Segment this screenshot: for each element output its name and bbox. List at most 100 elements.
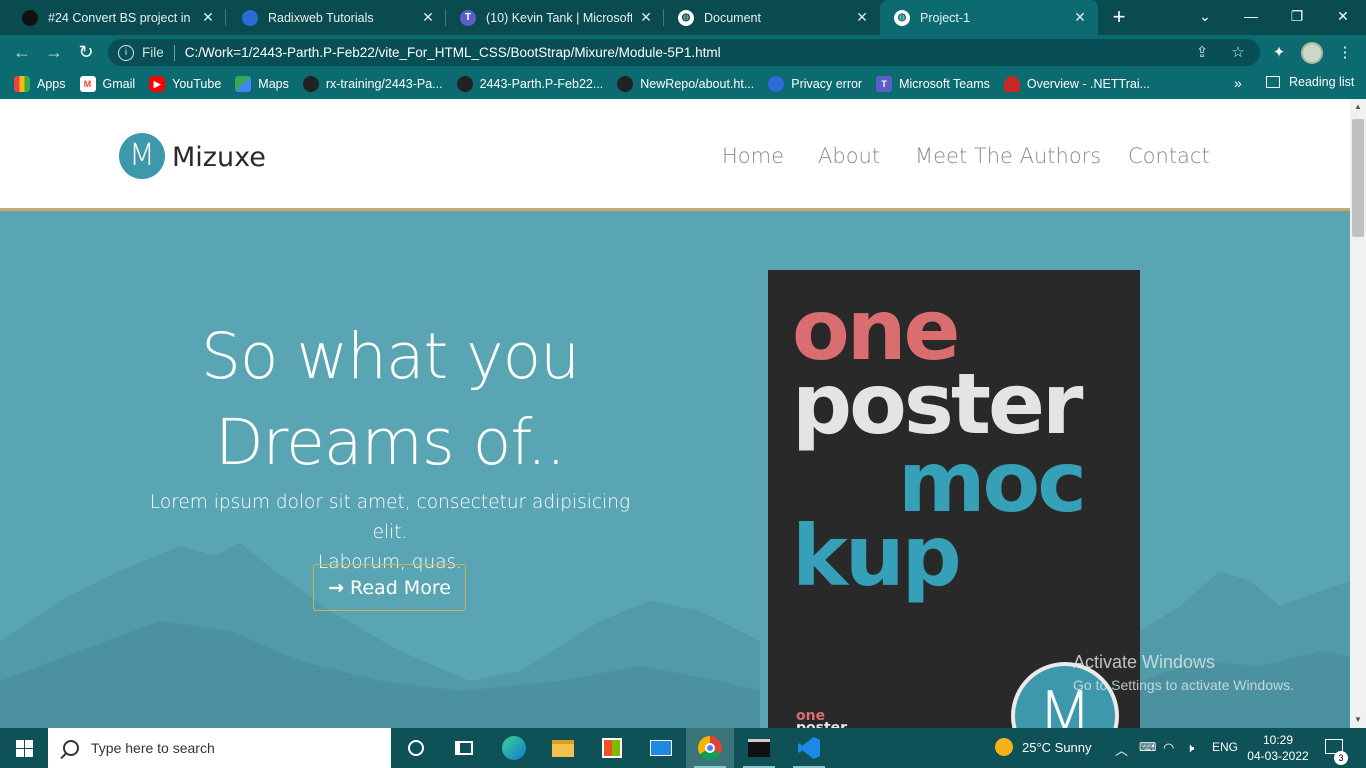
taskbar-search-box[interactable]: Type here to search — [48, 728, 391, 768]
bookmark-label: Apps — [37, 77, 66, 91]
bookmark-youtube[interactable]: ▶ YouTube — [149, 76, 221, 92]
clock-date: 04-03-2022 — [1247, 749, 1309, 763]
wifi-icon[interactable]: ◠ — [1163, 740, 1174, 756]
microsoft-store-icon[interactable] — [588, 728, 636, 768]
info-icon[interactable]: i — [118, 44, 134, 61]
tab-search-chevron-icon[interactable]: ⌄ — [1182, 0, 1228, 32]
browser-tab[interactable]: T (10) Kevin Tank | Microsoft Teams ✕ — [446, 0, 664, 35]
new-tab-button[interactable]: + — [1108, 3, 1130, 31]
reload-icon[interactable]: ↻ — [74, 40, 98, 64]
language-indicator[interactable]: ENG — [1212, 740, 1238, 754]
bookmark-label: Privacy error — [791, 77, 863, 91]
browser-tab[interactable]: #24 Convert BS project in tailwind ✕ — [8, 0, 226, 35]
volume-muted-icon[interactable]: 🕨 — [1186, 740, 1194, 756]
bookmark-overview[interactable]: Overview - .NETTrai... — [1003, 76, 1150, 92]
bookmark-privacy-error[interactable]: Privacy error — [768, 76, 862, 92]
azure-devops-icon — [1003, 76, 1020, 92]
bookmarks-overflow-button[interactable]: » — [1234, 75, 1242, 91]
scrollbar-thumb[interactable] — [1352, 119, 1364, 237]
youtube-icon: ▶ — [149, 76, 166, 92]
activate-windows-watermark: Activate Windows — [1073, 652, 1216, 672]
notification-badge: 3 — [1334, 751, 1348, 765]
hero-title-line: So what you — [200, 320, 580, 393]
minimize-icon[interactable]: — — [1228, 0, 1274, 32]
cortana-icon[interactable] — [392, 728, 440, 768]
logo-icon[interactable]: M — [119, 133, 165, 179]
site-header: M Mizuxe Home About Meet The Authors Con… — [0, 99, 1350, 211]
bookmark-teams[interactable]: T Microsoft Teams — [876, 76, 990, 92]
bookmark-maps[interactable]: Maps — [235, 76, 289, 92]
close-tab-icon[interactable]: ✕ — [200, 9, 216, 26]
bookmark-label: NewRepo/about.ht... — [640, 77, 755, 91]
nav-contact[interactable]: Contact — [1128, 144, 1210, 168]
read-more-button[interactable]: → Read More — [313, 564, 466, 611]
hero-section: So what you Dreams of.. Lorem ipsum dolo… — [0, 211, 1350, 728]
restore-icon[interactable]: ❐ — [1274, 0, 1320, 32]
bookmark-apps[interactable]: Apps — [14, 76, 66, 92]
start-button[interactable] — [0, 728, 48, 768]
gmail-icon: M — [79, 76, 96, 92]
scroll-down-icon[interactable]: ▼ — [1350, 712, 1366, 728]
arrow-right-icon: → — [328, 576, 345, 599]
address-bar[interactable]: i File C:/Work=1/2443-Parth.P-Feb22/vite… — [108, 39, 1260, 66]
close-tab-icon[interactable]: ✕ — [420, 9, 436, 26]
maps-icon — [235, 76, 252, 92]
profile-avatar[interactable] — [1301, 42, 1323, 64]
teams-icon: T — [876, 76, 893, 92]
file-explorer-icon[interactable] — [539, 728, 587, 768]
nav-meet-the-authors[interactable]: Meet The Authors — [915, 144, 1101, 168]
radixweb-icon — [768, 76, 785, 92]
mail-icon[interactable] — [637, 728, 685, 768]
browser-tab[interactable]: Radixweb Tutorials ✕ — [228, 0, 446, 35]
page-scrollbar[interactable]: ▲ ▼ — [1350, 99, 1366, 728]
weather-sun-icon[interactable] — [995, 738, 1013, 756]
activate-windows-hint: Go to Settings to activate Windows. — [1073, 677, 1294, 693]
globe-icon: ◍ — [894, 9, 910, 26]
github-icon — [302, 76, 319, 92]
close-tab-icon[interactable]: ✕ — [638, 9, 654, 26]
scroll-up-icon[interactable]: ▲ — [1350, 99, 1366, 115]
reading-list-button[interactable]: Reading list — [1266, 75, 1354, 89]
teams-icon: T — [460, 9, 476, 26]
vscode-icon[interactable] — [785, 728, 833, 768]
back-arrow-icon[interactable]: ← — [10, 40, 34, 64]
input-method-icon[interactable]: ⌨ — [1139, 740, 1156, 754]
tab-title: Document — [704, 10, 761, 25]
windows-taskbar: Type here to search 25°C Sunny ︿ ⌨ ◠ 🕨 E… — [0, 728, 1366, 768]
bookmarks-bar: Apps M Gmail ▶ YouTube Maps rx-training/… — [0, 69, 1366, 99]
chevron-up-icon[interactable]: ︿ — [1115, 740, 1128, 759]
nav-home[interactable]: Home — [722, 144, 784, 168]
task-view-icon[interactable] — [440, 728, 488, 768]
bookmark-gmail[interactable]: M Gmail — [79, 76, 135, 92]
github-icon — [617, 76, 634, 92]
close-tab-icon[interactable]: ✕ — [1072, 9, 1088, 26]
poster-small-text: one poster — [796, 709, 847, 728]
url-text[interactable]: C:/Work=1/2443-Parth.P-Feb22/vite_For_HT… — [185, 45, 721, 60]
edge-icon[interactable] — [490, 728, 538, 768]
browser-tab-active[interactable]: ◍ Project-1 ✕ — [880, 0, 1098, 35]
bookmark-github-3[interactable]: NewRepo/about.ht... — [617, 76, 754, 92]
share-icon[interactable]: ⇪ — [1192, 43, 1212, 63]
terminal-icon[interactable] — [735, 728, 783, 768]
bookmark-star-icon[interactable]: ☆ — [1228, 43, 1248, 63]
browser-tab[interactable]: ◍ Document ✕ — [664, 0, 880, 35]
divider — [173, 44, 175, 61]
close-window-icon[interactable]: ✕ — [1320, 0, 1366, 32]
brand-name[interactable]: Mizuxe — [172, 142, 266, 173]
close-tab-icon[interactable]: ✕ — [854, 9, 870, 26]
bookmark-label: YouTube — [172, 77, 222, 91]
nav-about[interactable]: About — [818, 144, 880, 168]
windows-logo-icon — [15, 739, 33, 757]
bookmark-github-2[interactable]: 2443-Parth.P-Feb22... — [456, 76, 603, 92]
weather-text[interactable]: 25°C Sunny — [1022, 740, 1092, 755]
chrome-icon[interactable] — [686, 728, 734, 768]
hero-title-line: Dreams of.. — [215, 406, 566, 479]
forward-arrow-icon[interactable]: → — [42, 40, 66, 64]
extensions-puzzle-icon[interactable]: ✦ — [1268, 42, 1290, 64]
bookmark-github-1[interactable]: rx-training/2443-Pa... — [302, 76, 443, 92]
clock[interactable]: 10:29 04-03-2022 — [1242, 732, 1314, 764]
bookmark-label: rx-training/2443-Pa... — [325, 77, 443, 91]
menu-kebab-icon[interactable]: ⋮ — [1334, 42, 1356, 64]
read-more-label: Read More — [350, 576, 451, 599]
browser-toolbar: ← → ↻ i File C:/Work=1/2443-Parth.P-Feb2… — [0, 35, 1366, 69]
